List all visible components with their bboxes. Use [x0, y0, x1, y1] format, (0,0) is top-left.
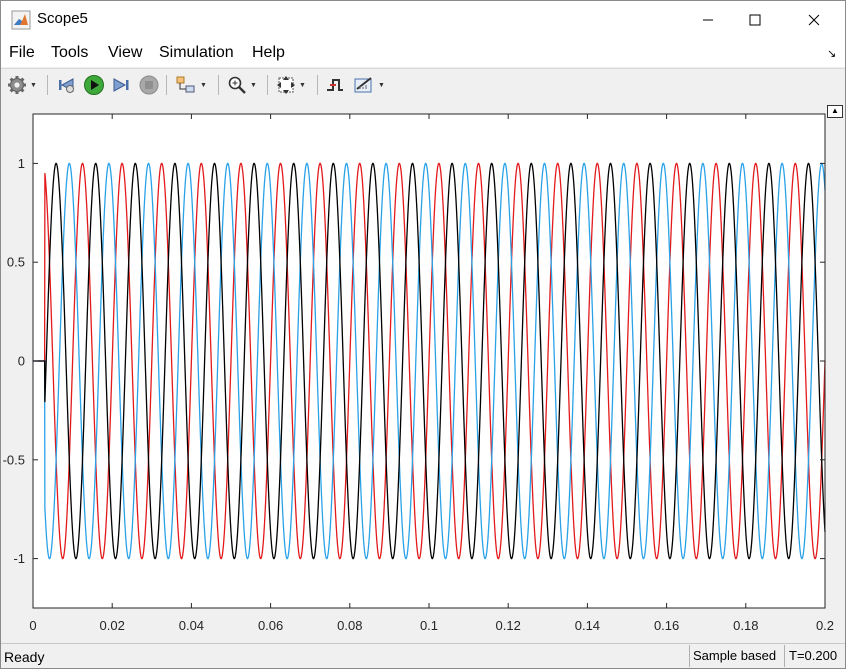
x-tick-label: 0.12 [496, 618, 521, 633]
menu-file[interactable]: File [9, 44, 35, 62]
menu-bar: File Tools View Simulation Help ↘ [1, 39, 845, 67]
step-back-button[interactable] [56, 74, 76, 96]
fit-axes-icon [277, 76, 295, 94]
y-tick-label: 1 [18, 156, 25, 171]
toolbar-separator [47, 75, 48, 95]
chevron-down-icon[interactable]: ▼ [378, 82, 385, 89]
status-bar: Ready Sample based T=0.200 [1, 643, 845, 668]
matlab-icon [11, 10, 31, 30]
highlight-block-button[interactable]: ▼ [175, 74, 207, 96]
measurements-button[interactable]: ▼ [353, 74, 385, 96]
step-back-icon [59, 78, 74, 93]
chevron-down-icon[interactable]: ▼ [30, 82, 37, 89]
toolbar-separator [267, 75, 268, 95]
toolbar-separator [317, 75, 318, 95]
x-tick-label: 0.14 [575, 618, 600, 633]
run-icon [84, 75, 104, 95]
step-forward-icon [113, 78, 129, 92]
x-tick-label: 0.16 [654, 618, 679, 633]
minimize-button[interactable] [685, 1, 731, 39]
menu-help[interactable]: Help [252, 44, 285, 62]
x-tick-label: 0.04 [179, 618, 204, 633]
title-bar: Scope5 [1, 1, 845, 39]
x-tick-label: 0.18 [733, 618, 758, 633]
stop-button[interactable] [139, 74, 159, 96]
maximize-button[interactable] [732, 1, 778, 39]
scope-plot: 0 0.02 0.04 0.06 0.08 0.1 0.12 0.14 0.16 0.18 0.2 1… [3, 113, 834, 633]
y-tick-label: 0 [18, 354, 25, 369]
run-button[interactable] [83, 74, 105, 96]
chevron-down-icon[interactable]: ▼ [250, 82, 257, 89]
restore-toolbar-icon[interactable]: ▲ [827, 105, 843, 118]
status-text: Ready [4, 649, 45, 665]
y-tick-label: -1 [13, 551, 25, 566]
close-icon [808, 14, 820, 26]
dock-arrow-icon[interactable]: ↘ [827, 47, 836, 60]
x-tick-label: 0.1 [420, 618, 438, 633]
fit-axes-button[interactable]: ▼ [276, 74, 306, 96]
close-button[interactable] [791, 1, 837, 39]
scope-window: Scope5 File Tools View Simulation Help ↘… [0, 0, 846, 669]
x-tick-label: 0.2 [816, 618, 834, 633]
toolbar-separator [218, 75, 219, 95]
x-tick-label: 0 [29, 618, 36, 633]
minimize-icon [703, 19, 713, 21]
zoom-button[interactable]: ▼ [227, 74, 257, 96]
y-tick-label: -0.5 [3, 452, 25, 467]
settings-button[interactable]: ▼ [7, 74, 37, 96]
menu-simulation[interactable]: Simulation [159, 44, 234, 62]
toolbar-separator [166, 75, 167, 95]
x-tick-label: 0.02 [100, 618, 125, 633]
triggers-icon [327, 79, 343, 91]
stop-icon [139, 75, 159, 95]
highlight-block-icon [176, 76, 195, 93]
step-forward-button[interactable] [111, 74, 131, 96]
x-tick-label: 0.08 [337, 618, 362, 633]
toolbar: ▼ ▼ ▼ ▼ ▼ [1, 68, 845, 103]
simulation-time: T=0.200 [784, 645, 844, 667]
x-tick-label: 0.06 [258, 618, 283, 633]
y-tick-label: 0.5 [7, 255, 25, 270]
menu-tools[interactable]: Tools [51, 44, 88, 62]
settings-gear-icon [8, 76, 26, 94]
chevron-down-icon[interactable]: ▼ [200, 82, 207, 89]
chevron-down-icon[interactable]: ▼ [299, 82, 306, 89]
maximize-icon [749, 14, 761, 26]
sample-mode-indicator: Sample based [689, 645, 781, 667]
window-title: Scope5 [37, 10, 88, 27]
plot-region: 0 0.02 0.04 0.06 0.08 0.1 0.12 0.14 0.16 0.18 0.2 1… [1, 102, 845, 642]
triggers-button[interactable] [325, 74, 345, 96]
zoom-in-icon [228, 76, 246, 94]
menu-view[interactable]: View [108, 44, 142, 62]
measurements-icon [354, 77, 372, 93]
